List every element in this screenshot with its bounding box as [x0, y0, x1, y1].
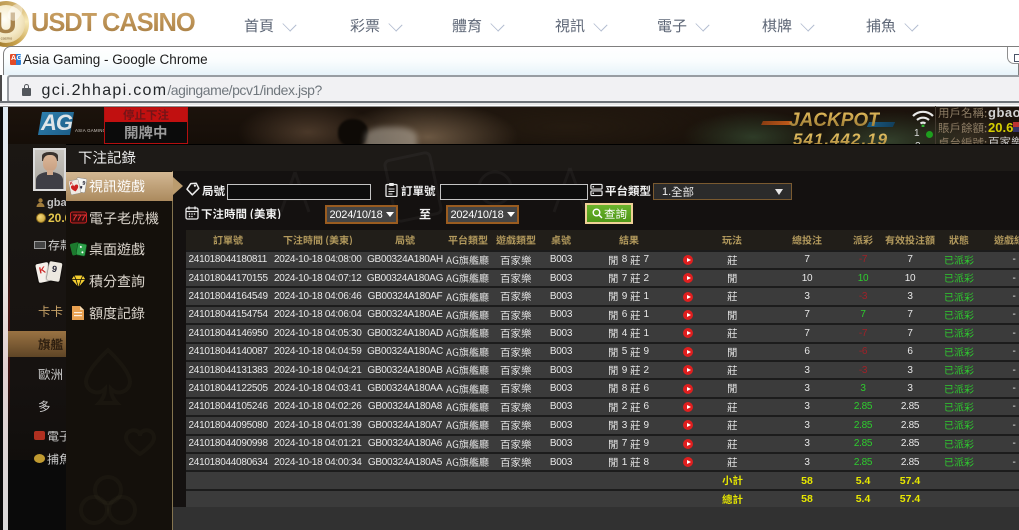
svg-text:777: 777	[72, 213, 86, 222]
